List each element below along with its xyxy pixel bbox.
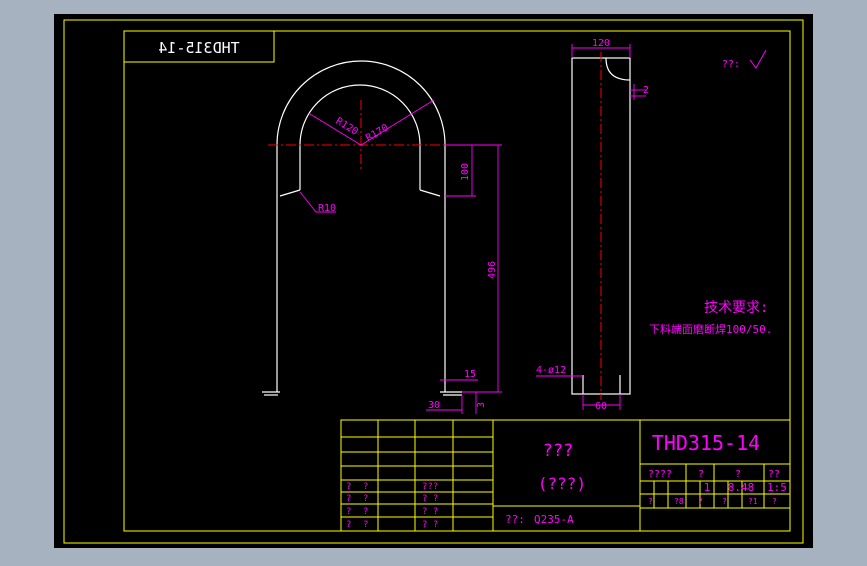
svg-text:?: ? — [363, 494, 368, 504]
material-value: Q235-A — [534, 513, 574, 526]
svg-text:?: ? — [722, 497, 727, 506]
svg-text:?: ? — [363, 520, 368, 530]
svg-text:?: ? — [648, 497, 653, 506]
cad-viewport[interactable]: THD315-14 R120 R170 R10 100 496 15 30 3 … — [0, 0, 867, 562]
roughness-label: ??: — [722, 59, 740, 70]
svg-text:? ?: ? ? — [422, 520, 438, 530]
svg-text:?: ? — [363, 482, 368, 492]
part-name: ??? — [543, 441, 574, 461]
svg-text:????: ???? — [648, 469, 672, 480]
svg-text:?: ? — [698, 497, 703, 506]
svg-text:? ?: ? ? — [422, 507, 438, 517]
qty-value: 1 — [704, 481, 711, 494]
svg-text:?1: ?1 — [748, 497, 758, 506]
drawing-canvas[interactable]: THD315-14 R120 R170 R10 100 496 15 30 3 … — [0, 0, 867, 562]
dim-496: 496 — [487, 261, 498, 279]
dim-holes: 4-ø12 — [536, 365, 566, 376]
svg-text:???: ??? — [422, 482, 438, 492]
dim-120: 120 — [592, 38, 610, 49]
svg-text:?: ? — [363, 507, 368, 517]
drawing-number: THD315-14 — [652, 431, 760, 455]
dim-2: 2 — [643, 85, 649, 96]
dim-60: 60 — [595, 401, 607, 412]
dim-15: 15 — [464, 369, 476, 380]
material-label: ??: — [505, 513, 525, 526]
svg-text:?: ? — [346, 507, 351, 517]
svg-text:?: ? — [346, 494, 351, 504]
dim-30: 30 — [428, 400, 440, 411]
weight-value: 8.48 — [728, 481, 755, 494]
svg-text:?: ? — [346, 482, 351, 492]
notes-text: 下料端面磨断焊100/50. — [649, 322, 772, 336]
svg-text:?8: ?8 — [674, 497, 684, 506]
svg-text:?: ? — [772, 497, 777, 506]
notes-title: 技术要求: — [704, 300, 768, 316]
mirrored-code: THD315-14 — [158, 39, 239, 57]
svg-text:?: ? — [698, 469, 704, 480]
svg-text:?: ? — [346, 520, 351, 530]
svg-text:? ?: ? ? — [422, 494, 438, 504]
svg-text:?: ? — [735, 469, 741, 480]
svg-text:??: ?? — [768, 469, 780, 480]
dim-r10: R10 — [318, 203, 336, 214]
part-subtitle: (???) — [538, 474, 586, 493]
dim-3: 3 — [476, 402, 487, 408]
canvas-background — [54, 14, 813, 548]
dim-100: 100 — [460, 163, 471, 181]
scale-value: 1:5 — [767, 481, 787, 494]
